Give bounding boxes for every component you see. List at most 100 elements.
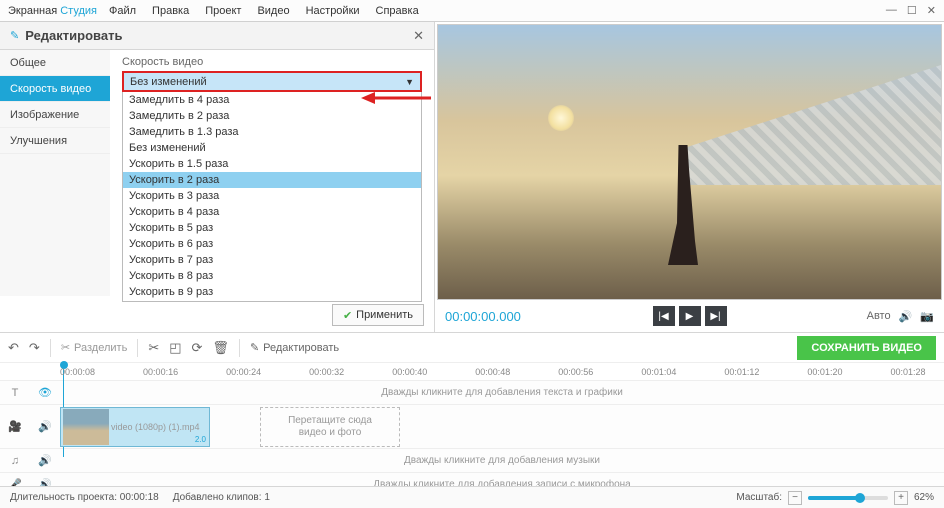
timecode: 00:00:00.000 <box>445 309 521 324</box>
audio-toggle-icon[interactable]: 🔊 <box>30 420 60 433</box>
text-track-hint: Дважды кликните для добавления текста и … <box>60 381 944 404</box>
zoom-label: Масштаб: <box>736 492 782 503</box>
save-video-button[interactable]: СОХРАНИТЬ ВИДЕО <box>797 336 936 360</box>
speed-combo[interactable]: Без изменений ▼ <box>122 71 422 92</box>
volume-icon[interactable]: 🔊 <box>899 310 913 323</box>
ruler-tick: 00:00:48 <box>475 367 510 377</box>
speed-option[interactable]: Ускорить в 1.5 раза <box>123 156 421 172</box>
tab-general[interactable]: Общее <box>0 50 110 76</box>
ruler-tick: 00:01:20 <box>807 367 842 377</box>
close-icon[interactable]: ✕ <box>927 4 936 17</box>
speed-option[interactable]: Ускорить в 3 раза <box>123 188 421 204</box>
timeline-tracks: T 👁 Дважды кликните для добавления текст… <box>0 380 944 496</box>
preview-controls: 00:00:00.000 |◀ ▶ ▶| Авто 🔊 📷 <box>435 300 944 332</box>
delete-icon[interactable]: 🗑 <box>212 340 229 356</box>
edit-panel-close-icon[interactable]: ✕ <box>413 28 424 44</box>
music-track-hint: Дважды кликните для добавления музыки <box>60 449 944 472</box>
speed-combo-value: Без изменений <box>130 76 207 88</box>
menu-items: Файл Правка Проект Видео Настройки Справ… <box>109 5 419 17</box>
speed-option[interactable]: Ускорить в 5 раз <box>123 220 421 236</box>
menu-edit[interactable]: Правка <box>152 5 189 17</box>
maximize-icon[interactable]: ☐ <box>907 4 917 17</box>
speed-option[interactable]: Ускорить в 8 раз <box>123 268 421 284</box>
sun-graphic <box>548 105 574 131</box>
ruler-tick: 00:00:40 <box>392 367 427 377</box>
auto-label[interactable]: Авто <box>867 310 891 322</box>
status-bar: Длительность проекта: 00:00:18 Добавлено… <box>0 486 944 508</box>
edit-icon: ✎ <box>10 29 19 42</box>
tab-speed[interactable]: Скорость видео <box>0 76 110 102</box>
speed-option[interactable]: Без изменений <box>123 140 421 156</box>
prev-button[interactable]: |◀ <box>653 306 675 326</box>
edit-tabs: Общее Скорость видео Изображение Улучшен… <box>0 50 110 296</box>
next-button[interactable]: ▶| <box>705 306 727 326</box>
minimize-icon[interactable]: — <box>886 4 897 17</box>
app-name: Экранная Студия <box>8 5 97 17</box>
cut-icon[interactable]: ✂ <box>148 340 159 356</box>
scissors-icon: ✂ <box>61 341 70 354</box>
video-preview[interactable] <box>437 24 942 300</box>
speed-option[interactable]: Ускорить в 9 раз <box>123 284 421 300</box>
video-icon: 🎥 <box>0 420 30 433</box>
speed-option[interactable]: Ускорить в 2 раза <box>123 172 421 188</box>
menu-bar: Экранная Студия Файл Правка Проект Видео… <box>0 0 944 22</box>
clip-size: 2.0 <box>195 435 206 444</box>
ruler-tick: 00:00:32 <box>309 367 344 377</box>
music-icon: ♫ <box>0 455 30 467</box>
check-icon: ✔ <box>343 309 352 322</box>
crop-icon[interactable]: ◰ <box>169 340 181 356</box>
time-ruler[interactable]: 00:00:0800:00:1600:00:2400:00:3200:00:40… <box>0 362 944 380</box>
clip-thumbnail <box>63 409 109 445</box>
menu-file[interactable]: Файл <box>109 5 136 17</box>
video-clip[interactable]: video (1080p) (1).mp4 2.0 <box>60 407 210 447</box>
apply-button[interactable]: ✔ Применить <box>332 304 424 326</box>
video-dropzone[interactable]: Перетащите сюда видео и фото <box>260 407 400 447</box>
redo-icon[interactable]: ↷ <box>29 340 40 356</box>
zoom-control: Масштаб: − + 62% <box>736 491 934 505</box>
speed-option[interactable]: Ускорить в 6 раз <box>123 236 421 252</box>
speed-option[interactable]: Ускорить в 4 раза <box>123 204 421 220</box>
speed-option[interactable]: Ускорить в 10 раз <box>123 300 421 302</box>
tab-enhance[interactable]: Улучшения <box>0 128 110 154</box>
tab-image[interactable]: Изображение <box>0 102 110 128</box>
undo-icon[interactable]: ↶ <box>8 340 19 356</box>
menu-project[interactable]: Проект <box>205 5 241 17</box>
speed-option[interactable]: Ускорить в 7 раз <box>123 252 421 268</box>
menu-help[interactable]: Справка <box>376 5 419 17</box>
edit-panel-title: Редактировать <box>25 28 122 43</box>
snapshot-icon[interactable]: 📷 <box>920 310 934 323</box>
zoom-in-button[interactable]: + <box>894 491 908 505</box>
speed-option[interactable]: Замедлить в 1.3 раза <box>123 124 421 140</box>
edit-button[interactable]: ✎Редактировать <box>250 341 339 354</box>
zoom-pct: 62% <box>914 492 934 503</box>
clip-name: video (1080p) (1).mp4 <box>111 422 200 432</box>
music-track[interactable]: ♫ 🔊 Дважды кликните для добавления музык… <box>0 448 944 472</box>
speed-option[interactable]: Замедлить в 2 раза <box>123 108 421 124</box>
zoom-out-button[interactable]: − <box>788 491 802 505</box>
menu-settings[interactable]: Настройки <box>306 5 360 17</box>
video-track[interactable]: 🎥 🔊 video (1080p) (1).mp4 2.0 Перетащите… <box>0 404 944 448</box>
rotate-icon[interactable]: ⟳ <box>192 340 203 356</box>
ruler-tick: 00:01:12 <box>724 367 759 377</box>
audio-toggle-icon[interactable]: 🔊 <box>30 454 60 467</box>
timeline-toolbar: ↶ ↷ ✂Разделить ✂ ◰ ⟳ 🗑 ✎Редактировать СО… <box>0 332 944 362</box>
zoom-slider[interactable] <box>808 496 888 500</box>
clips-label: Добавлено клипов: <box>173 492 262 503</box>
city-graphic <box>681 65 941 185</box>
edit-panel: ✎ Редактировать ✕ Общее Скорость видео И… <box>0 22 435 332</box>
text-icon: T <box>0 387 30 399</box>
edit-panel-header: ✎ Редактировать ✕ <box>0 22 434 50</box>
ruler-tick: 00:00:08 <box>60 367 95 377</box>
ruler-tick: 00:01:04 <box>641 367 676 377</box>
text-track[interactable]: T 👁 Дважды кликните для добавления текст… <box>0 380 944 404</box>
edit-content: Скорость видео Без изменений ▼ Замедлить… <box>110 50 434 296</box>
menu-video[interactable]: Видео <box>257 5 289 17</box>
clips-value: 1 <box>264 492 270 503</box>
apply-label: Применить <box>356 309 413 321</box>
split-button[interactable]: ✂Разделить <box>61 341 128 354</box>
play-button[interactable]: ▶ <box>679 306 701 326</box>
ruler-tick: 00:01:28 <box>890 367 925 377</box>
pencil-icon: ✎ <box>250 341 259 354</box>
ruler-tick: 00:00:24 <box>226 367 261 377</box>
visibility-icon[interactable]: 👁 <box>30 386 60 399</box>
